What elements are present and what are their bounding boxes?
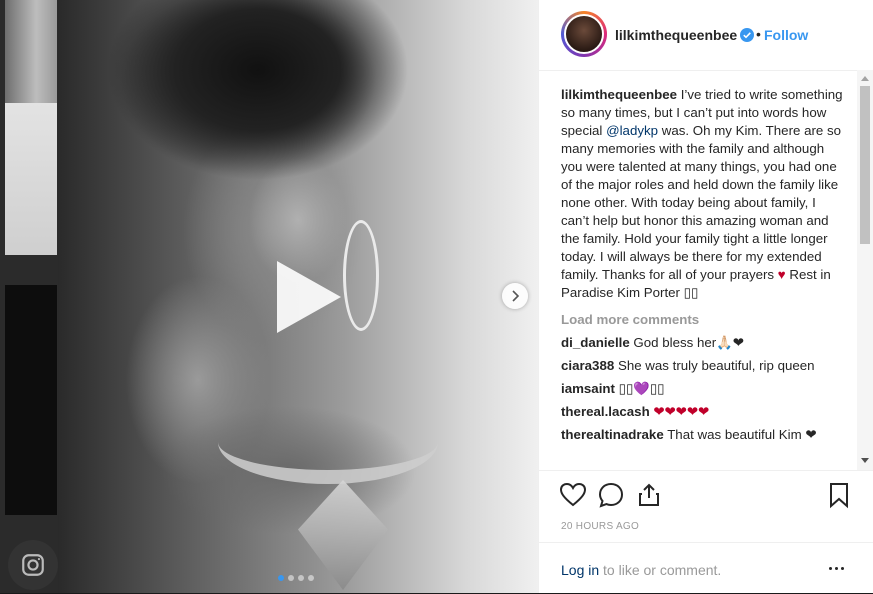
avatar-image <box>564 14 604 54</box>
separator-dot: • <box>756 26 761 42</box>
chevron-right-icon <box>512 290 520 302</box>
post-timestamp: 20 HOURS AGO <box>561 521 640 532</box>
background-thumbnail <box>5 0 57 103</box>
login-footer: Log in to like or comment. <box>539 542 873 594</box>
caption-username[interactable]: lilkimthequeenbee <box>561 87 677 102</box>
post-media[interactable] <box>58 0 538 593</box>
scroll-down-arrow-icon[interactable] <box>861 458 869 463</box>
comments-list[interactable]: lilkimthequeenbee I’ve tried to write so… <box>561 86 843 466</box>
scrollbar-thumb[interactable] <box>860 86 870 244</box>
comment-username[interactable]: di_danielle <box>561 335 630 350</box>
photo-detail <box>108 0 408 190</box>
post-caption: lilkimthequeenbee I’ve tried to write so… <box>561 86 843 302</box>
comment-username[interactable]: iamsaint <box>561 381 615 396</box>
comment-text: ❤❤❤❤❤ <box>649 404 710 419</box>
carousel-dot <box>278 575 284 581</box>
comment: iamsaint ▯▯💜▯▯ <box>561 380 843 398</box>
login-link[interactable]: Log in <box>561 562 599 578</box>
avatar[interactable] <box>561 11 607 57</box>
comment-text: That was beautiful Kim ❤ <box>663 427 817 442</box>
background-thumbnail <box>5 285 57 515</box>
comment-username[interactable]: therealtinadrake <box>561 427 664 442</box>
comment-icon[interactable] <box>597 481 625 509</box>
scroll-up-arrow-icon[interactable] <box>861 76 869 81</box>
load-more-comments-button[interactable]: Load more comments <box>561 311 843 329</box>
caption-text: was. Oh my Kim. There are so many memori… <box>561 123 842 282</box>
instagram-logo-icon <box>8 540 58 590</box>
more-options-icon[interactable] <box>829 561 849 575</box>
header-username[interactable]: lilkimthequeenbee <box>615 27 737 43</box>
play-icon[interactable] <box>263 257 343 337</box>
post-modal: lilkimthequeenbee • Follow lilkimthequee… <box>58 0 873 593</box>
comment-username[interactable]: ciara388 <box>561 358 614 373</box>
comment: ciara388 She was truly beautiful, rip qu… <box>561 357 843 375</box>
verified-badge-icon <box>740 28 754 42</box>
mention-link[interactable]: @ladykp <box>606 123 658 138</box>
action-bar <box>539 470 873 521</box>
photo-detail <box>343 220 379 331</box>
photo-detail <box>218 400 438 484</box>
heart-emoji-icon: ♥ <box>777 267 786 282</box>
bookmark-icon[interactable] <box>825 481 853 509</box>
comment-text: God bless her🙏🏻❤ <box>629 335 744 350</box>
carousel-next-button[interactable] <box>502 283 528 309</box>
comment-text: ▯▯💜▯▯ <box>614 381 665 396</box>
comment-username[interactable]: thereal.lacash <box>561 404 650 419</box>
comment: therealtinadrake That was beautiful Kim … <box>561 426 843 444</box>
comment: di_danielle God bless her🙏🏻❤ <box>561 334 843 352</box>
post-header: lilkimthequeenbee • Follow <box>539 0 873 71</box>
carousel-dot <box>308 575 314 581</box>
background-thumbnail <box>5 103 57 255</box>
login-prompt: Log in to like or comment. <box>561 562 721 578</box>
comment: thereal.lacash ❤❤❤❤❤ <box>561 403 843 421</box>
carousel-indicator <box>278 575 314 581</box>
like-heart-icon[interactable] <box>559 481 587 509</box>
comment-text: She was truly beautiful, rip queen <box>614 358 815 373</box>
login-prompt-text: to like or comment. <box>599 562 722 578</box>
carousel-dot <box>298 575 304 581</box>
follow-button[interactable]: Follow <box>764 27 808 43</box>
post-details-panel: lilkimthequeenbee • Follow lilkimthequee… <box>538 0 873 593</box>
carousel-dot <box>288 575 294 581</box>
comments-scrollbar[interactable] <box>857 70 873 470</box>
share-icon[interactable] <box>635 481 663 509</box>
